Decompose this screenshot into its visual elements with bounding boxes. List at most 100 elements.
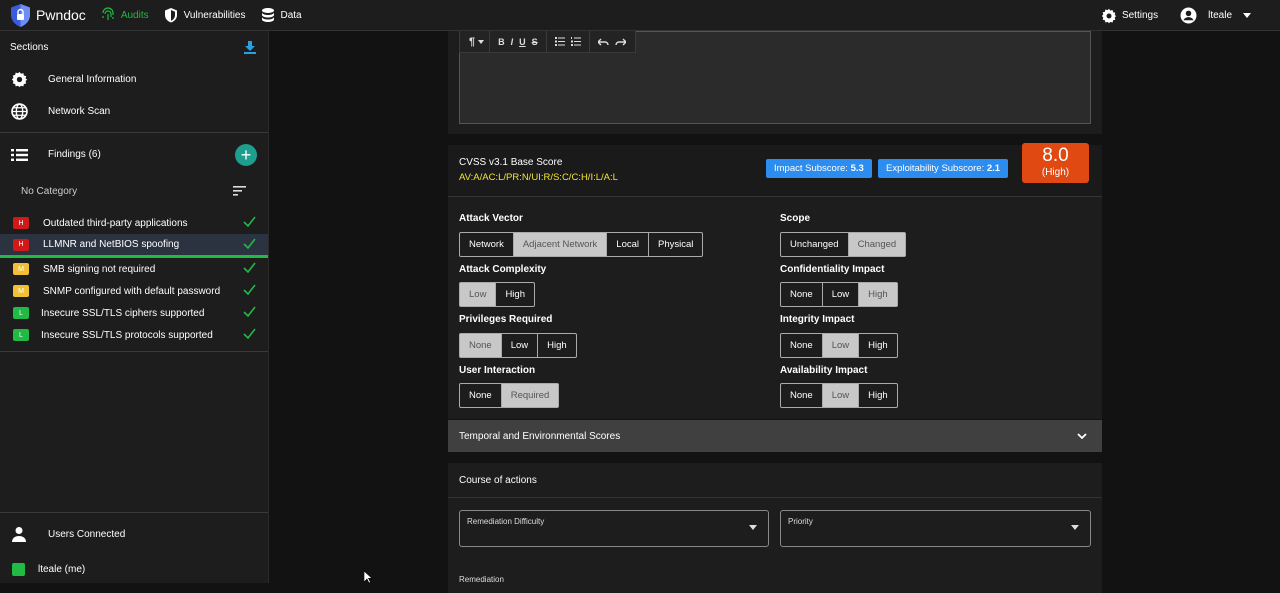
sidebar-item-network-scan[interactable]: Network Scan	[0, 95, 268, 127]
a-none-button[interactable]: None	[781, 384, 823, 407]
ac-high-button[interactable]: High	[496, 283, 534, 306]
bold-button[interactable]: B	[498, 37, 505, 47]
cvss-card: CVSS v3.1 Base Score AV:A/AC:L/PR:N/UI:R…	[448, 143, 1102, 419]
course-of-actions-card: Course of actions Remediation Difficulty…	[448, 463, 1102, 593]
fingerprint-icon	[102, 7, 114, 20]
i-low-button[interactable]: Low	[822, 334, 860, 357]
ui-required-button[interactable]: Required	[501, 384, 559, 407]
exploitability-subscore-value: 2.1	[986, 163, 1001, 174]
nav-vulnerabilities-label: Vulnerabilities	[183, 9, 246, 21]
check-icon	[243, 238, 256, 249]
italic-button[interactable]: I	[511, 37, 514, 47]
av-network-button[interactable]: Network	[460, 233, 514, 256]
finding-item[interactable]: M SMB signing not required	[0, 258, 268, 280]
severity-badge: H	[13, 238, 29, 251]
c-low-button[interactable]: Low	[823, 283, 860, 306]
finding-item[interactable]: L Insecure SSL/TLS protocols supported	[0, 324, 268, 346]
finding-item[interactable]: L Insecure SSL/TLS ciphers supported	[0, 302, 268, 324]
av-adjacent-network-button[interactable]: Adjacent Network	[513, 233, 608, 256]
chevron-down-icon	[1077, 433, 1087, 439]
privileges-required-label: Privileges Required	[459, 314, 553, 325]
integrity-impact-label: Integrity Impact	[780, 314, 855, 325]
download-icon[interactable]	[243, 40, 257, 54]
nav-audits[interactable]: Audits	[100, 0, 149, 31]
users-connected-header: Users Connected	[0, 513, 268, 555]
caret-down-icon[interactable]	[478, 39, 485, 44]
sidebar-item-general-information[interactable]: General Information	[0, 63, 268, 95]
findings-label: Findings (6)	[48, 149, 101, 160]
shield-icon	[164, 8, 177, 23]
attack-complexity-label: Attack Complexity	[459, 264, 547, 275]
integrity-impact-group: None Low High	[780, 333, 898, 358]
a-high-button[interactable]: High	[859, 384, 897, 407]
pwndoc-shield-icon	[11, 3, 30, 27]
person-icon	[12, 527, 26, 542]
check-icon	[243, 284, 256, 295]
add-finding-button[interactable]: +	[235, 143, 257, 166]
nav-data-label: Data	[280, 9, 302, 21]
severity-badge: M	[13, 285, 29, 297]
bullet-list-icon[interactable]	[554, 37, 565, 46]
nav-vulnerabilities[interactable]: Vulnerabilities	[163, 0, 246, 31]
impact-subscore-badge: Impact Subscore: 5.3	[766, 159, 872, 178]
finding-title: SNMP configured with default password	[43, 285, 221, 297]
remediation-difficulty-select[interactable]: Remediation Difficulty	[459, 510, 769, 547]
pr-high-button[interactable]: High	[538, 334, 576, 357]
c-high-button[interactable]: High	[859, 283, 897, 306]
cvss-title: CVSS v3.1 Base Score	[459, 157, 563, 168]
sidebar-item-label: Network Scan	[48, 105, 111, 117]
ui-none-button[interactable]: None	[460, 384, 502, 407]
nav-data[interactable]: Data	[260, 0, 302, 31]
temporal-scores-expander[interactable]: Temporal and Environmental Scores	[448, 420, 1102, 452]
c-none-button[interactable]: None	[781, 283, 823, 306]
finding-item[interactable]: M SNMP configured with default password	[0, 280, 268, 302]
availability-impact-label: Availability Impact	[780, 365, 868, 376]
brand-name: Pwndoc	[36, 7, 86, 23]
numbered-list-icon[interactable]	[570, 37, 581, 46]
a-low-button[interactable]: Low	[822, 384, 860, 407]
paragraph-format-button[interactable]: ¶	[469, 36, 475, 48]
gear-icon	[1101, 8, 1117, 23]
finding-item[interactable]: H Outdated third-party applications	[0, 212, 268, 234]
priority-label: Priority	[788, 517, 813, 526]
confidentiality-impact-label: Confidentiality Impact	[780, 264, 885, 275]
settings-label: Settings	[1121, 10, 1159, 21]
pr-none-button[interactable]: None	[460, 334, 502, 357]
category-header: No Category	[0, 176, 268, 206]
user-interaction-label: User Interaction	[459, 365, 536, 376]
main-content: ¶ B I U S CVSS v3.1 Base Score AV:A/AC:L…	[448, 30, 1102, 593]
ac-low-button[interactable]: Low	[460, 283, 497, 306]
scope-changed-button[interactable]: Changed	[848, 233, 906, 256]
user-interaction-group: None Required	[459, 383, 560, 408]
pr-low-button[interactable]: Low	[502, 334, 539, 357]
temporal-scores-label: Temporal and Environmental Scores	[459, 430, 621, 442]
dropdown-arrow-icon	[1071, 525, 1079, 530]
redo-icon[interactable]	[614, 38, 626, 46]
finding-item-selected[interactable]: H LLMNR and NetBIOS spoofing	[0, 234, 268, 258]
exploitability-subscore-label: Exploitability Subscore:	[886, 163, 985, 174]
user-menu[interactable]: lteale	[1180, 0, 1256, 31]
i-none-button[interactable]: None	[781, 334, 823, 357]
severity-badge: L	[13, 329, 29, 341]
scope-group: Unchanged Changed	[780, 232, 907, 257]
top-bar: Pwndoc Audits Vulnerabilities Data Setti…	[0, 0, 1280, 31]
underline-button[interactable]: U	[519, 37, 526, 47]
settings-button[interactable]: Settings	[1101, 0, 1158, 31]
caret-down-icon	[1243, 13, 1251, 18]
brand-logo[interactable]: Pwndoc	[10, 0, 86, 31]
account-circle-icon	[1180, 7, 1197, 24]
av-local-button[interactable]: Local	[607, 233, 650, 256]
sort-icon[interactable]	[233, 186, 246, 196]
undo-icon[interactable]	[597, 38, 609, 46]
sidebar-item-findings[interactable]: Findings (6) +	[0, 133, 268, 176]
strikethrough-button[interactable]: S	[532, 37, 538, 47]
finding-title: Outdated third-party applications	[43, 217, 188, 229]
av-physical-button[interactable]: Physical	[649, 233, 702, 256]
gear-icon	[11, 71, 27, 87]
scope-unchanged-button[interactable]: Unchanged	[781, 233, 849, 256]
priority-select[interactable]: Priority	[780, 510, 1091, 547]
i-high-button[interactable]: High	[859, 334, 897, 357]
check-icon	[243, 306, 256, 317]
connected-user-label: lteale (me)	[38, 563, 86, 575]
finding-title: Insecure SSL/TLS protocols supported	[41, 329, 213, 341]
